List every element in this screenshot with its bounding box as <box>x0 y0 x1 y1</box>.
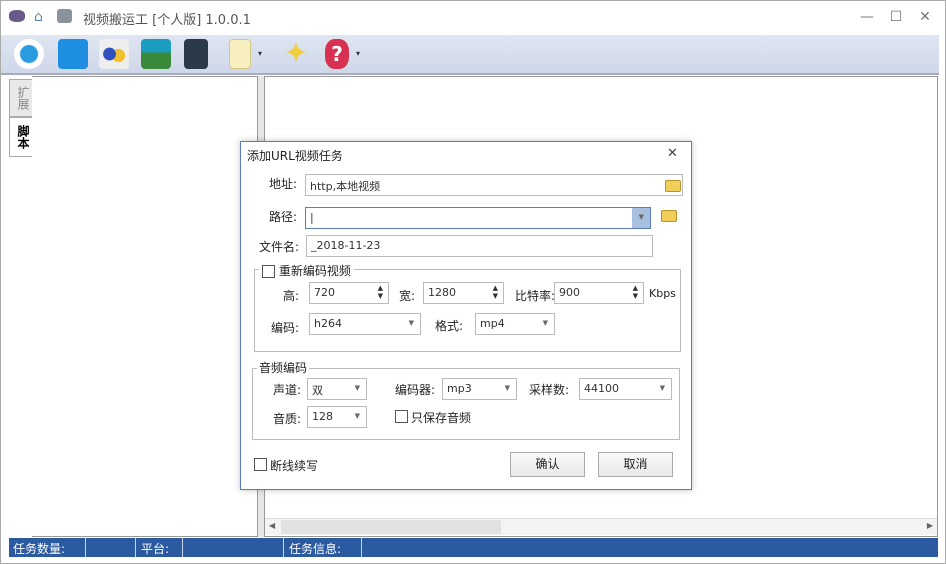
home-icon[interactable]: ⌂ <box>34 9 43 25</box>
audio-only-label: 只保存音频 <box>411 411 472 425</box>
script-panel <box>32 76 258 537</box>
height-label: 高: <box>282 289 299 303</box>
audio-only-checkbox[interactable] <box>395 410 408 423</box>
edit-icon[interactable] <box>58 39 88 69</box>
close-button[interactable]: ✕ <box>915 7 935 27</box>
width-spinner[interactable]: 1280 <box>423 282 504 304</box>
quiz-icon[interactable] <box>229 39 251 69</box>
scrollbar-thumb[interactable] <box>281 520 501 534</box>
app-logo-icon <box>9 10 25 22</box>
cat-icon[interactable] <box>57 9 72 23</box>
blocks-icon[interactable] <box>141 39 171 69</box>
minimize-button[interactable]: — <box>857 7 877 27</box>
reencode-checkbox[interactable] <box>262 265 275 278</box>
channel-select[interactable]: 双 <box>307 378 367 400</box>
quiz-dropdown[interactable]: ▾ <box>258 49 262 58</box>
resume-label: 断线续写 <box>270 459 319 473</box>
tab-scripts[interactable]: 脚本 <box>9 117 33 157</box>
bitrate-unit: Kbps <box>649 287 676 300</box>
add-url-task-dialog: 添加URL视频任务 ✕ 地址: http,本地视频 路径: | 文件名: _20… <box>240 141 692 490</box>
tab-extensions[interactable]: 扩展 <box>9 79 33 117</box>
star-icon[interactable]: ✦ <box>281 39 311 69</box>
scroll-icon[interactable] <box>184 39 208 69</box>
encoder-select[interactable]: mp3 <box>442 378 517 400</box>
status-bar: 任务数量: 平台: 任务信息: <box>9 538 938 557</box>
cancel-button[interactable]: 取消 <box>598 452 673 477</box>
horizontal-scrollbar[interactable]: ◀ ▶ <box>265 518 937 535</box>
dialog-close-button[interactable]: ✕ <box>667 146 678 161</box>
reencode-label: 重新编码视频 <box>278 264 351 278</box>
status-task-info: 任务信息: <box>289 542 342 556</box>
reencode-checkbox-row[interactable]: 重新编码视频 <box>259 262 354 279</box>
address-label: 地址: <box>268 177 297 191</box>
codec-select[interactable]: h264 <box>309 313 421 335</box>
format-label: 格式: <box>434 319 463 333</box>
status-platform: 平台: <box>141 542 170 556</box>
toolbar: ▾ ✦ ? ▾ <box>1 35 939 75</box>
folder-icon[interactable] <box>661 210 677 222</box>
address-input[interactable]: http,本地视频 <box>305 174 683 196</box>
path-combobox[interactable]: | <box>305 207 651 229</box>
audio-group-title: 音频编码 <box>257 359 310 376</box>
filename-input[interactable]: _2018-11-23 <box>306 235 653 257</box>
title-bar: ⌂ 视频搬运工 [个人版] 1.0.0.1 — ☐ ✕ <box>1 1 946 34</box>
maximize-button[interactable]: ☐ <box>886 7 906 27</box>
help-icon[interactable]: ? <box>325 39 349 69</box>
path-dropdown-button[interactable] <box>632 208 650 228</box>
status-task-count: 任务数量: <box>13 542 66 556</box>
confirm-button[interactable]: 确认 <box>510 452 585 477</box>
channel-label: 声道: <box>272 383 301 397</box>
quality-label: 音质: <box>272 412 301 426</box>
path-label: 路径: <box>268 210 297 224</box>
encoder-label: 编码器: <box>394 383 435 397</box>
bitrate-label: 比特率: <box>514 289 555 303</box>
samplerate-label: 采样数: <box>528 383 569 397</box>
window-title: 视频搬运工 [个人版] 1.0.0.1 <box>83 13 251 28</box>
height-spinner[interactable]: 720 <box>309 282 389 304</box>
codec-label: 编码: <box>270 321 299 335</box>
help-dropdown[interactable]: ▾ <box>356 49 360 58</box>
balls-icon[interactable] <box>99 39 129 69</box>
bitrate-spinner[interactable]: 900 <box>554 282 644 304</box>
filename-label: 文件名: <box>258 240 299 254</box>
scroll-left-icon[interactable]: ◀ <box>269 521 275 530</box>
samplerate-select[interactable]: 44100 <box>579 378 672 400</box>
width-label: 宽: <box>398 289 415 303</box>
quality-select[interactable]: 128 <box>307 406 367 428</box>
format-select[interactable]: mp4 <box>475 313 555 335</box>
monitor-icon[interactable] <box>14 39 44 69</box>
scroll-right-icon[interactable]: ▶ <box>927 521 933 530</box>
open-folder-icon[interactable] <box>665 180 681 192</box>
resume-checkbox[interactable] <box>254 458 267 471</box>
dialog-title: 添加URL视频任务 <box>247 149 343 163</box>
